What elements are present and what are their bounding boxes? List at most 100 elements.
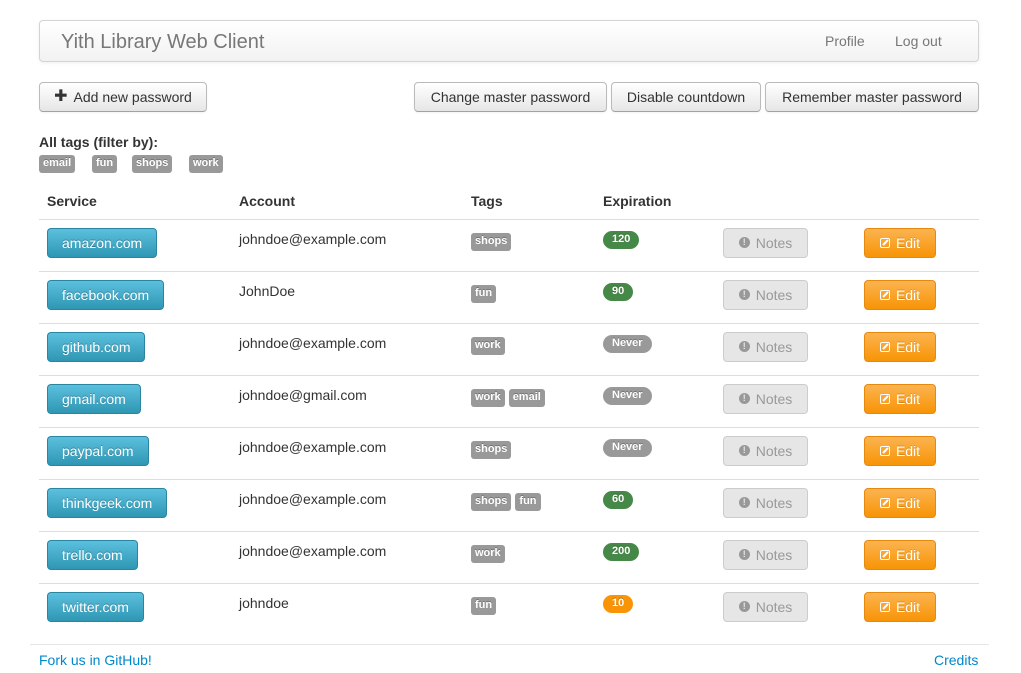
row-tag[interactable]: fun	[471, 284, 497, 303]
nav-profile-link[interactable]: Profile	[825, 33, 865, 49]
remember-master-password-button[interactable]: Remember master password	[765, 82, 979, 112]
disable-countdown-button[interactable]: Disable countdown	[611, 82, 761, 112]
row-tag[interactable]: work	[471, 388, 505, 407]
filter-tag-email[interactable]: email	[39, 155, 76, 173]
expiration-cell: 200	[595, 530, 715, 583]
expiration-badge: 120	[603, 230, 640, 249]
notes-button[interactable]: ! Notes	[723, 591, 808, 622]
account-text: johndoe@example.com	[239, 438, 387, 455]
nav-logout-link[interactable]: Log out	[895, 33, 942, 49]
edit-button[interactable]: Edit	[864, 435, 936, 466]
service-cell: github.com	[39, 322, 231, 375]
expiration-cell: 60	[595, 478, 715, 531]
notes-button[interactable]: ! Notes	[723, 383, 808, 414]
credits-link[interactable]: Credits	[934, 652, 978, 668]
expiration-cell: Never	[595, 426, 715, 479]
tags-cell: work	[463, 322, 595, 375]
tags-cell: shops fun	[463, 478, 595, 531]
expiration-cell: 90	[595, 270, 715, 323]
exclamation-circle-icon: !	[738, 497, 750, 508]
notes-cell: ! Notes	[715, 530, 856, 583]
service-button[interactable]: facebook.com	[47, 279, 165, 310]
edit-icon	[879, 445, 890, 456]
edit-button[interactable]: Edit	[864, 227, 936, 258]
tags-cell: shops	[463, 219, 595, 271]
table-body: amazon.com johndoe@example.com shops 120! No…	[39, 219, 979, 635]
notes-button[interactable]: ! Notes	[723, 539, 808, 570]
passwords-table: Service Account Tags Expiration amazon.c…	[39, 184, 979, 635]
account-cell: johndoe@gmail.com	[231, 374, 463, 427]
edit-label: Edit	[895, 598, 921, 615]
table-row: trello.com johndoe@example.com work 200 ! Not…	[39, 530, 979, 583]
filter-tag-fun[interactable]: fun	[92, 155, 118, 173]
expiration-badge: 60	[603, 490, 634, 509]
edit-icon	[879, 549, 890, 560]
row-tag[interactable]: fun	[515, 492, 541, 511]
expiration-badge: Never	[603, 438, 652, 457]
service-cell: trello.com	[39, 530, 231, 583]
table-row: thinkgeek.com johndoe@example.com shops fun…	[39, 478, 979, 531]
account-text: JohnDoe	[239, 282, 296, 299]
table-row: twitter.com johndoe fun 10 ! Notes Edit	[39, 582, 979, 635]
expiration-cell: Never	[595, 322, 715, 375]
edit-cell: Edit	[856, 530, 979, 583]
row-tag[interactable]: work	[471, 544, 505, 563]
account-cell: johndoe@example.com	[231, 478, 463, 531]
edit-cell: Edit	[856, 322, 979, 375]
notes-label: Notes	[755, 494, 793, 511]
service-cell: paypal.com	[39, 426, 231, 479]
edit-button[interactable]: Edit	[864, 591, 936, 622]
add-password-button[interactable]: ✚ Add new password	[39, 82, 207, 112]
row-tag[interactable]: shops	[471, 492, 512, 511]
notes-label: Notes	[755, 598, 793, 615]
edit-label: Edit	[895, 546, 921, 563]
edit-button[interactable]: Edit	[864, 487, 936, 518]
filter-tag-shops[interactable]: shops	[132, 155, 173, 173]
notes-cell: ! Notes	[715, 374, 856, 427]
row-tags: shops	[471, 231, 587, 251]
edit-cell: Edit	[856, 270, 979, 323]
notes-button[interactable]: ! Notes	[723, 435, 808, 466]
service-button[interactable]: github.com	[47, 331, 146, 362]
expiration-cell: 10	[595, 582, 715, 635]
account-cell: johndoe	[231, 582, 463, 635]
change-master-password-button[interactable]: Change master password	[414, 82, 607, 112]
row-tags: shops	[471, 439, 587, 459]
notes-button[interactable]: ! Notes	[723, 227, 808, 258]
service-button[interactable]: amazon.com	[47, 227, 158, 258]
notes-cell: ! Notes	[715, 478, 856, 531]
edit-button[interactable]: Edit	[864, 279, 936, 310]
header-account: Account	[231, 184, 463, 220]
account-text: johndoe@example.com	[239, 334, 387, 351]
edit-button[interactable]: Edit	[864, 383, 936, 414]
notes-button[interactable]: ! Notes	[723, 487, 808, 518]
row-tag[interactable]: work	[471, 336, 505, 355]
github-fork-link[interactable]: Fork us in GitHub!	[39, 652, 152, 668]
account-cell: johndoe@example.com	[231, 322, 463, 375]
edit-icon	[879, 497, 890, 508]
expiration-badge: Never	[603, 386, 652, 405]
service-button[interactable]: gmail.com	[47, 383, 141, 414]
row-tags: fun	[471, 595, 587, 615]
filter-tag-work[interactable]: work	[189, 155, 223, 173]
account-cell: johndoe@example.com	[231, 426, 463, 479]
row-tag[interactable]: shops	[471, 440, 512, 459]
service-button[interactable]: thinkgeek.com	[47, 487, 168, 518]
service-button[interactable]: trello.com	[47, 539, 138, 570]
brand-title[interactable]: Yith Library Web Client	[61, 31, 264, 54]
notes-label: Notes	[755, 234, 793, 251]
notes-button[interactable]: ! Notes	[723, 279, 808, 310]
account-text: johndoe@example.com	[239, 542, 387, 559]
exclamation-circle-icon: !	[738, 549, 750, 560]
row-tag[interactable]: fun	[471, 596, 497, 615]
row-tag[interactable]: shops	[471, 232, 512, 251]
service-button[interactable]: paypal.com	[47, 435, 149, 466]
expiration-cell: 120	[595, 219, 715, 271]
notes-button[interactable]: ! Notes	[723, 331, 808, 362]
navbar: Yith Library Web Client Profile Log out	[39, 20, 979, 62]
service-button[interactable]: twitter.com	[47, 591, 144, 622]
edit-button[interactable]: Edit	[864, 539, 936, 570]
row-tag[interactable]: email	[508, 388, 545, 407]
edit-icon	[879, 289, 890, 300]
edit-button[interactable]: Edit	[864, 331, 936, 362]
